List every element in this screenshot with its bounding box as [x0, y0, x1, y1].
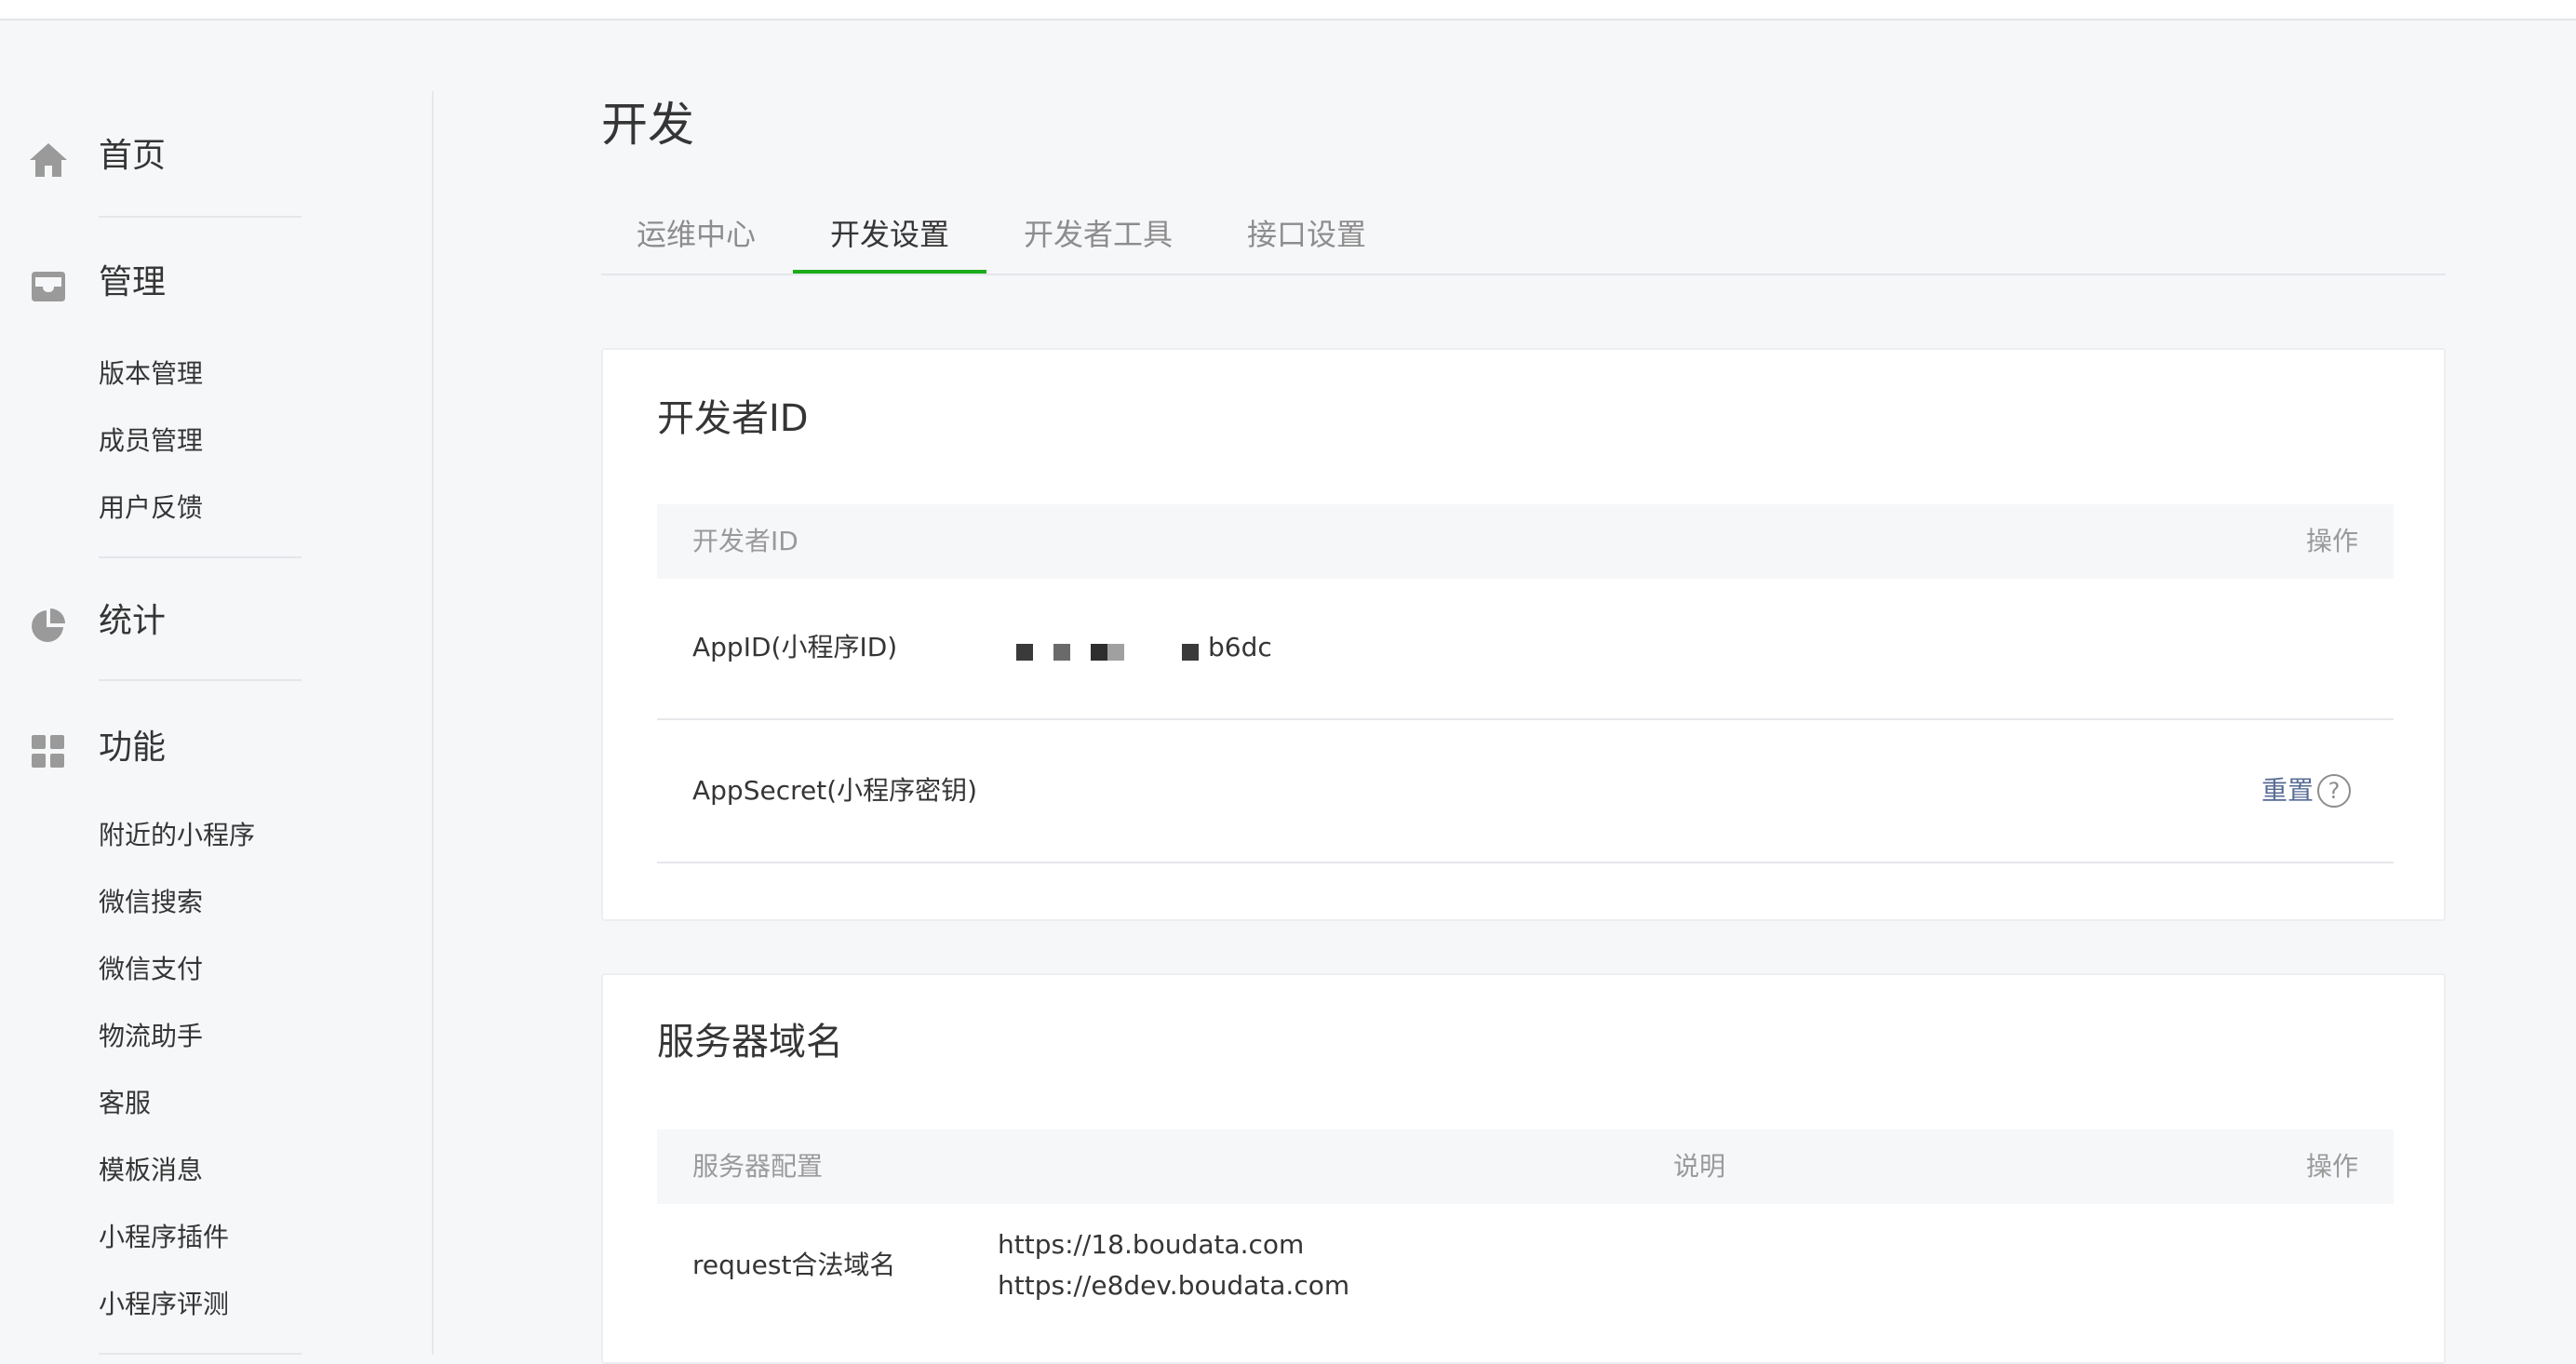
request-domain-value: https://18.boudata.com	[998, 1229, 1305, 1260]
sidebar-item-members[interactable]: 成员管理	[99, 424, 203, 458]
sidebar-item-stats[interactable]: 统计	[0, 594, 434, 649]
tab-dev-tools[interactable]: 开发者工具	[1024, 214, 1173, 255]
row-divider	[657, 862, 2394, 863]
top-bar	[0, 0, 2576, 20]
home-icon	[28, 140, 69, 181]
tab-dev-settings[interactable]: 开发设置	[830, 214, 949, 255]
tab-ops-center[interactable]: 运维中心	[637, 214, 756, 255]
appsecret-label: AppSecret(小程序密钥)	[692, 775, 978, 806]
sidebar-divider	[99, 216, 302, 218]
sidebar-item-feedback[interactable]: 用户反馈	[99, 491, 203, 525]
sidebar-item-label: 首页	[99, 137, 167, 175]
sidebar-divider	[99, 679, 302, 681]
developer-id-card: 开发者ID 开发者ID 操作 AppID(小程序ID) b6dc AppSecr…	[601, 348, 2446, 921]
grid-icon	[28, 731, 69, 772]
sidebar-item-manage[interactable]: 管理	[0, 255, 434, 311]
appid-value-suffix: b6dc	[1208, 632, 1272, 662]
column-header-action: 操作	[2305, 526, 2358, 556]
sidebar-item-plugins[interactable]: 小程序插件	[99, 1221, 229, 1254]
table-header: 开发者ID 操作	[657, 504, 2394, 579]
tab-api-settings[interactable]: 接口设置	[1247, 214, 1366, 255]
sidebar-item-customer-service[interactable]: 客服	[99, 1087, 151, 1120]
sidebar-item-wechat-search[interactable]: 微信搜索	[99, 886, 203, 919]
help-icon[interactable]: ?	[2317, 774, 2351, 808]
page-title: 开发	[601, 98, 694, 152]
pie-chart-icon	[28, 605, 69, 646]
active-tab-indicator	[793, 270, 986, 274]
sidebar-divider	[99, 556, 302, 558]
table-header: 服务器配置 说明 操作	[657, 1130, 2394, 1204]
sidebar-item-label: 统计	[99, 602, 167, 640]
card-title: 开发者ID	[657, 397, 809, 440]
sidebar-item-home[interactable]: 首页	[0, 128, 434, 184]
sidebar-item-wechat-pay[interactable]: 微信支付	[99, 953, 203, 986]
sidebar-item-features[interactable]: 功能	[0, 720, 434, 776]
reset-button[interactable]: 重置	[2261, 774, 2314, 808]
sidebar-item-logistics[interactable]: 物流助手	[99, 1020, 203, 1053]
request-domain-label: request合法域名	[692, 1250, 896, 1280]
row-divider	[657, 718, 2394, 720]
sidebar-item-label: 管理	[99, 263, 167, 301]
appid-label: AppID(小程序ID)	[692, 632, 898, 662]
column-header-config: 服务器配置	[692, 1151, 824, 1182]
request-domain-value: https://e8dev.boudata.com	[998, 1270, 1350, 1301]
tab-bar: 运维中心 开发设置 开发者工具 接口设置	[601, 203, 2446, 275]
sidebar-item-template-message[interactable]: 模板消息	[99, 1154, 203, 1187]
column-header-action: 操作	[2305, 1151, 2358, 1182]
sidebar-item-version[interactable]: 版本管理	[99, 357, 203, 391]
sidebar-item-evaluation[interactable]: 小程序评测	[99, 1288, 229, 1321]
column-header-desc: 说明	[1673, 1151, 1726, 1182]
server-domain-card: 服务器域名 服务器配置 说明 操作 request合法域名 https://18…	[601, 973, 2446, 1364]
sidebar: 首页 管理 版本管理 成员管理 用户反馈 统计 功能 附近的小程序 微信搜索 微…	[0, 91, 434, 1355]
column-header-name: 开发者ID	[692, 526, 798, 556]
sidebar-item-nearby[interactable]: 附近的小程序	[99, 819, 255, 852]
sidebar-item-label: 功能	[99, 729, 167, 767]
card-title: 服务器域名	[657, 1021, 843, 1063]
inbox-icon	[28, 266, 69, 307]
